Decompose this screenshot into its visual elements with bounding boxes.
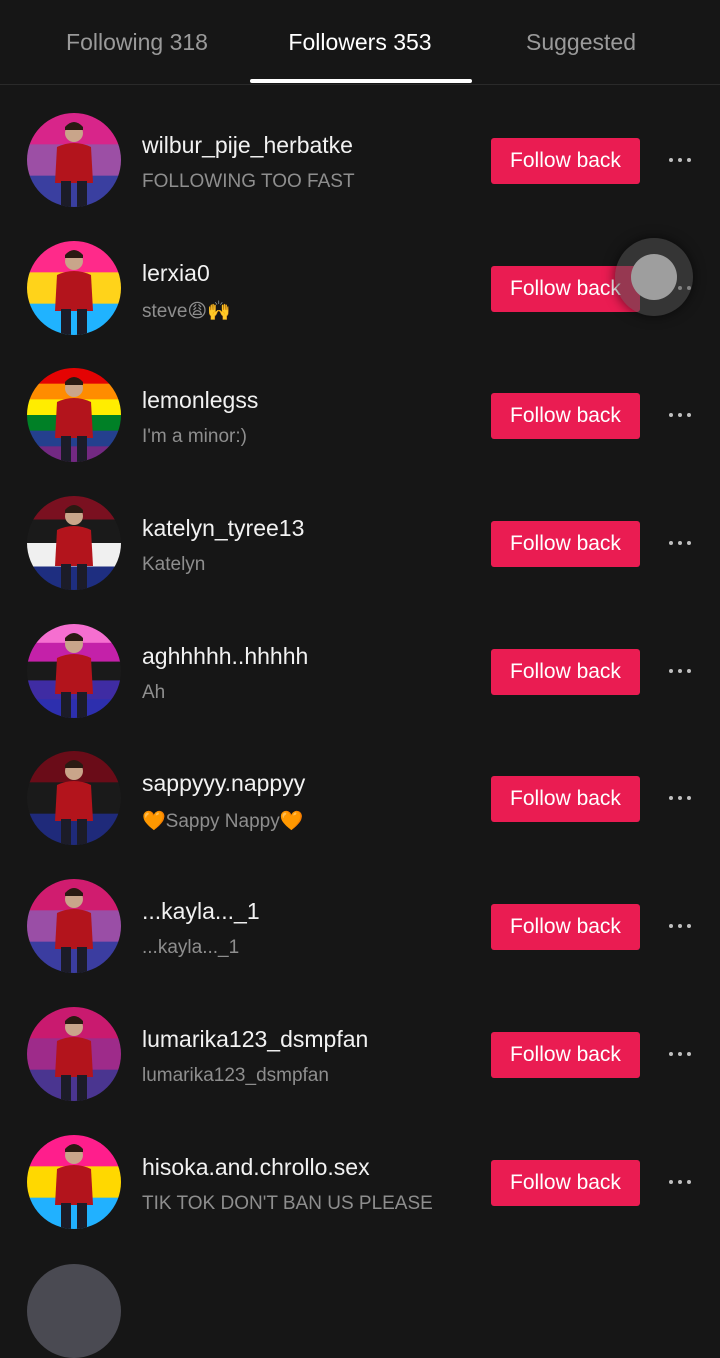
user-bio: ...kayla..._1 (142, 937, 240, 959)
user-bio: TIK TOK DON'T BAN US PLEASE (142, 1192, 433, 1214)
follow-back-button[interactable]: Follow back (491, 1031, 640, 1078)
username[interactable]: sappyyy.nappyy (142, 770, 305, 797)
follow-back-button[interactable]: Follow back (491, 138, 640, 184)
avatar[interactable] (27, 879, 121, 974)
avatar[interactable] (27, 1264, 121, 1358)
user-bio: 🧡Sappy Nappy🧡 (142, 811, 304, 833)
avatar[interactable] (27, 1006, 121, 1101)
user-bio: steve😩🙌 (142, 300, 231, 322)
avatar[interactable] (27, 751, 121, 846)
list-item[interactable]: aghhhhh..hhhhh Ah Follow back (0, 607, 720, 735)
list-item[interactable]: hisoka.and.chrollo.sex TIK TOK DON'T BAN … (0, 1118, 720, 1246)
username[interactable]: ...kayla..._1 (142, 898, 260, 925)
active-tab-indicator (250, 79, 472, 83)
tab-following[interactable]: Following 318 (27, 0, 247, 84)
more-options-icon[interactable] (662, 659, 698, 683)
more-options-icon[interactable] (662, 148, 698, 172)
tab-bar: Following 318 Followers 353 Suggested (0, 0, 720, 85)
follow-back-button[interactable]: Follow back (491, 904, 640, 951)
more-options-icon[interactable] (662, 1170, 698, 1194)
user-bio: FOLLOWING TOO FAST (142, 171, 355, 192)
username[interactable]: lumarika123_dsmpfan (142, 1026, 368, 1053)
follow-back-button[interactable]: Follow back (491, 521, 640, 568)
user-bio: lumarika123_dsmpfan (142, 1064, 329, 1086)
avatar[interactable] (27, 368, 121, 463)
followers-list: wilbur_pije_herbatke FOLLOWING TOO FAST Fo… (0, 96, 720, 1245)
list-item[interactable]: lerxia0 steve😩🙌 Follow back (0, 224, 720, 352)
username[interactable]: wilbur_pije_herbatke (142, 132, 353, 159)
user-bio: I'm a minor:) (142, 426, 247, 448)
user-bio: Katelyn (142, 554, 206, 576)
more-options-icon[interactable] (662, 403, 698, 427)
user-bio: Ah (142, 681, 166, 703)
username[interactable]: lemonlegss (142, 387, 258, 414)
username[interactable]: lerxia0 (142, 260, 210, 287)
avatar[interactable] (27, 240, 121, 335)
list-item[interactable]: wilbur_pije_herbatke FOLLOWING TOO FAST Fo… (0, 96, 720, 224)
avatar[interactable] (27, 623, 121, 718)
more-options-icon[interactable] (662, 531, 698, 555)
avatar[interactable] (27, 113, 121, 207)
more-options-icon[interactable] (662, 786, 698, 810)
tab-followers[interactable]: Followers 353 (250, 0, 470, 84)
username[interactable]: katelyn_tyree13 (142, 515, 304, 542)
list-item[interactable]: lemonlegss I'm a minor:) Follow back (0, 351, 720, 479)
tab-suggested[interactable]: Suggested (471, 0, 691, 84)
avatar[interactable] (27, 496, 121, 591)
username[interactable]: aghhhhh..hhhhh (142, 643, 308, 670)
list-item[interactable]: katelyn_tyree13 Katelyn Follow back (0, 479, 720, 607)
follow-back-button[interactable]: Follow back (491, 393, 640, 440)
more-options-icon[interactable] (662, 1042, 698, 1066)
follow-back-button[interactable]: Follow back (491, 648, 640, 695)
follow-back-button[interactable]: Follow back (491, 776, 640, 823)
avatar[interactable] (27, 1134, 121, 1229)
more-options-icon[interactable] (662, 914, 698, 938)
touch-indicator (615, 238, 693, 316)
follow-back-button[interactable]: Follow back (491, 1159, 640, 1206)
list-item[interactable]: ...kayla..._1 ...kayla..._1 Follow back (0, 862, 720, 990)
list-item[interactable]: sappyyy.nappyy 🧡Sappy Nappy🧡 Follow back (0, 734, 720, 862)
list-item[interactable]: lumarika123_dsmpfan lumarika123_dsmpfan Fo… (0, 990, 720, 1118)
username[interactable]: hisoka.and.chrollo.sex (142, 1154, 370, 1181)
